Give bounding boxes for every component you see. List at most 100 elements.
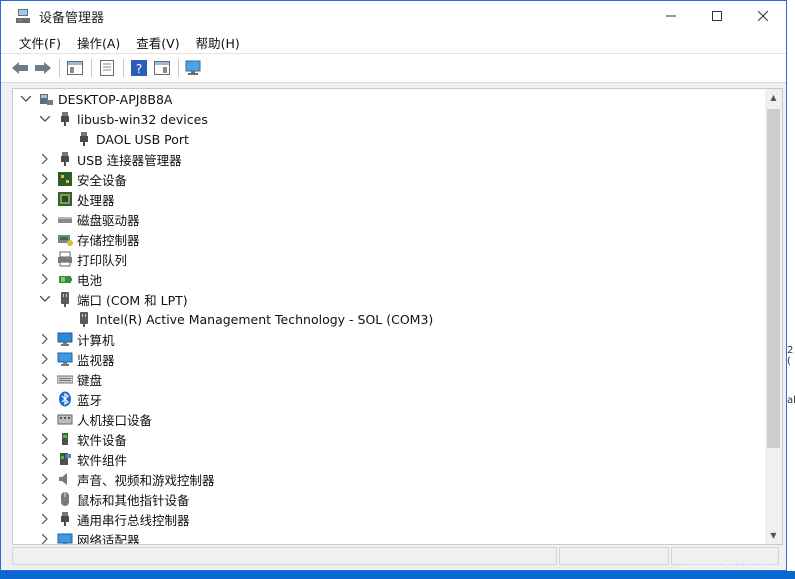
chevron-right-icon[interactable] (38, 232, 52, 246)
chevron-down-icon[interactable] (38, 112, 52, 126)
tree-category-item[interactable]: libusb-win32 devices (13, 109, 765, 129)
close-button[interactable] (740, 1, 786, 31)
tree-category-item[interactable]: 软件组件 (13, 449, 765, 469)
chevron-right-icon[interactable] (38, 272, 52, 286)
tree-category-item[interactable]: 电池 (13, 269, 765, 289)
tree-device-item[interactable]: DAOL USB Port (13, 129, 765, 149)
chevron-right-icon[interactable] (38, 152, 52, 166)
tree-item-label: 鼠标和其他指针设备 (77, 492, 190, 508)
menu-action[interactable]: 操作(A) (69, 33, 128, 52)
chevron-right-icon[interactable] (38, 172, 52, 186)
chevron-right-icon[interactable] (38, 252, 52, 266)
scan-hardware-icon[interactable] (183, 57, 205, 79)
device-tree[interactable]: DESKTOP-APJ8B8A libusb-win32 devices DAOL… (13, 89, 765, 544)
chevron-right-icon[interactable] (38, 472, 52, 486)
status-bar (12, 547, 783, 567)
battery-icon (57, 271, 73, 287)
scroll-down-arrow[interactable]: ▼ (765, 527, 782, 544)
chevron-right-icon[interactable] (38, 452, 52, 466)
speaker-icon (57, 471, 73, 487)
chevron-down-icon[interactable] (38, 292, 52, 306)
tree-category-item[interactable]: 端口 (COM 和 LPT) (13, 289, 765, 309)
tree-item-label: libusb-win32 devices (77, 111, 208, 127)
svg-text:?: ? (136, 62, 142, 76)
chevron-right-icon[interactable] (38, 192, 52, 206)
usb-plug-icon (57, 111, 73, 127)
processor-icon (57, 191, 73, 207)
tree-category-item[interactable]: 键盘 (13, 369, 765, 389)
help-icon[interactable]: ? (128, 57, 150, 79)
root-label: DESKTOP-APJ8B8A (58, 91, 173, 107)
tree-device-item[interactable]: Intel(R) Active Management Technology - … (13, 309, 765, 329)
chevron-right-icon[interactable] (38, 492, 52, 506)
show-hide-tree-icon[interactable] (64, 57, 86, 79)
properties-icon[interactable] (96, 57, 118, 79)
device-tree-panel: DESKTOP-APJ8B8A libusb-win32 devices DAOL… (12, 88, 783, 545)
usb-controller-icon (57, 511, 73, 527)
software-component-icon (57, 451, 73, 467)
tree-category-item[interactable]: 通用串行总线控制器 (13, 509, 765, 529)
back-arrow-icon[interactable] (9, 57, 31, 79)
tree-item-label: 软件组件 (77, 452, 128, 468)
chevron-right-icon[interactable] (38, 212, 52, 226)
tree-category-item[interactable]: 蓝牙 (13, 389, 765, 409)
port-icon (76, 311, 92, 327)
computer-icon (57, 331, 73, 347)
tree-item-label: 安全设备 (77, 172, 128, 188)
desktop-background (0, 571, 795, 579)
keyboard-icon (57, 371, 73, 387)
tree-category-item[interactable]: 人机接口设备 (13, 409, 765, 429)
tree-category-item[interactable]: USB 连接器管理器 (13, 149, 765, 169)
chevron-right-icon[interactable] (38, 432, 52, 446)
scroll-thumb[interactable] (767, 109, 780, 448)
tree-category-item[interactable]: 网络适配器 (13, 529, 765, 544)
tree-category-item[interactable]: 磁盘驱动器 (13, 209, 765, 229)
security-device-icon (57, 171, 73, 187)
port-icon (57, 291, 73, 307)
chevron-right-icon[interactable] (38, 512, 52, 526)
storage-controller-icon (57, 231, 73, 247)
tree-category-item[interactable]: 安全设备 (13, 169, 765, 189)
tree-category-item[interactable]: 鼠标和其他指针设备 (13, 489, 765, 509)
tree-category-item[interactable]: 监视器 (13, 349, 765, 369)
tree-item-label: 端口 (COM 和 LPT) (77, 292, 188, 308)
menu-bar: 文件(F) 操作(A) 查看(V) 帮助(H) (1, 31, 786, 54)
tree-root[interactable]: DESKTOP-APJ8B8A (13, 89, 765, 109)
tree-category-item[interactable]: 打印队列 (13, 249, 765, 269)
tree-item-label: 键盘 (77, 372, 103, 388)
computer-icon (38, 91, 54, 107)
chevron-right-icon[interactable] (38, 392, 52, 406)
toolbar: ? (1, 54, 786, 83)
chevron-down-icon[interactable] (19, 92, 33, 106)
chevron-right-icon[interactable] (38, 412, 52, 426)
tree-item-label: 声音、视频和游戏控制器 (77, 472, 215, 488)
window-title: 设备管理器 (39, 10, 105, 26)
monitor-icon (57, 351, 73, 367)
chevron-right-icon[interactable] (38, 532, 52, 544)
tree-item-label: 存储控制器 (77, 232, 140, 248)
tree-category-item[interactable]: 处理器 (13, 189, 765, 209)
tree-category-item[interactable]: 计算机 (13, 329, 765, 349)
toolbar-separator (123, 59, 124, 77)
toolbar-separator (91, 59, 92, 77)
scroll-up-arrow[interactable]: ▲ (765, 89, 782, 106)
chevron-right-icon[interactable] (38, 352, 52, 366)
chevron-right-icon[interactable] (38, 372, 52, 386)
forward-arrow-icon[interactable] (32, 57, 54, 79)
tree-item-label: 人机接口设备 (77, 412, 153, 428)
title-bar[interactable]: 设备管理器 (1, 1, 786, 31)
action-pane-icon[interactable] (151, 57, 173, 79)
tree-category-item[interactable]: 存储控制器 (13, 229, 765, 249)
background-window-text: 2 ( (787, 345, 794, 367)
menu-file[interactable]: 文件(F) (11, 33, 69, 52)
tree-category-item[interactable]: 软件设备 (13, 429, 765, 449)
chevron-right-icon[interactable] (38, 332, 52, 346)
software-device-icon (57, 431, 73, 447)
menu-view[interactable]: 查看(V) (128, 33, 187, 52)
vertical-scrollbar[interactable]: ▲ ▼ (765, 89, 782, 544)
tree-category-item[interactable]: 声音、视频和游戏控制器 (13, 469, 765, 489)
maximize-button[interactable] (694, 1, 740, 31)
usb-plug-icon (76, 131, 92, 147)
menu-help[interactable]: 帮助(H) (188, 33, 248, 52)
minimize-button[interactable] (648, 1, 694, 31)
